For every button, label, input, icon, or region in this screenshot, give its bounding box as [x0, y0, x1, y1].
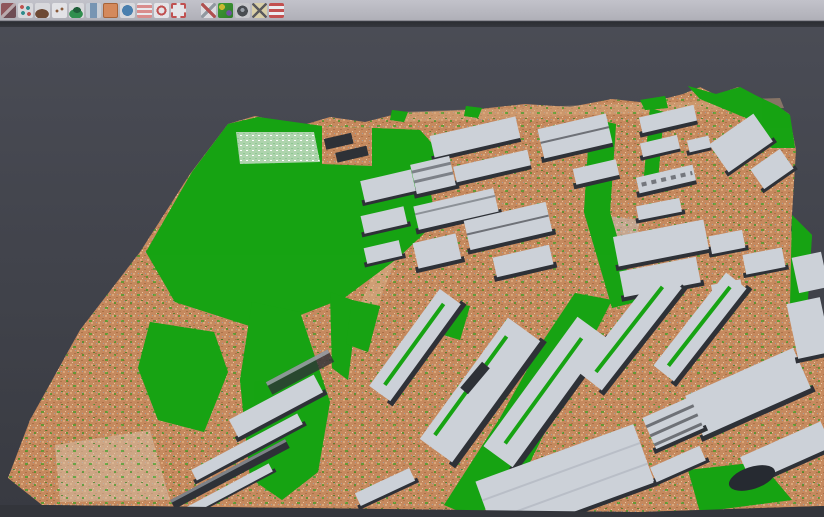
pick-center-icon[interactable] — [154, 3, 169, 18]
open-cloud-icon[interactable] — [1, 3, 16, 18]
application-window — [0, 0, 824, 517]
history-icon[interactable] — [252, 3, 267, 18]
terrain-brown-icon[interactable] — [35, 3, 50, 18]
sparse-points-icon[interactable] — [52, 3, 67, 18]
classification-colors-icon[interactable] — [218, 3, 233, 18]
greenhouse-area — [236, 126, 372, 166]
layer-stripes-icon[interactable] — [269, 3, 284, 18]
toolbar — [0, 0, 824, 21]
red-list-icon[interactable] — [137, 3, 152, 18]
classified-points-icon[interactable] — [18, 3, 33, 18]
orange-tile-icon[interactable] — [103, 3, 118, 18]
image-overlay-icon[interactable] — [201, 3, 216, 18]
globe-icon[interactable] — [120, 3, 135, 18]
snapshot-icon[interactable] — [235, 3, 250, 18]
crop-box-icon[interactable] — [171, 3, 186, 18]
viewport-3d[interactable] — [0, 27, 824, 517]
profile-tool-icon[interactable] — [86, 3, 101, 18]
terrain-green-icon[interactable] — [69, 3, 84, 18]
